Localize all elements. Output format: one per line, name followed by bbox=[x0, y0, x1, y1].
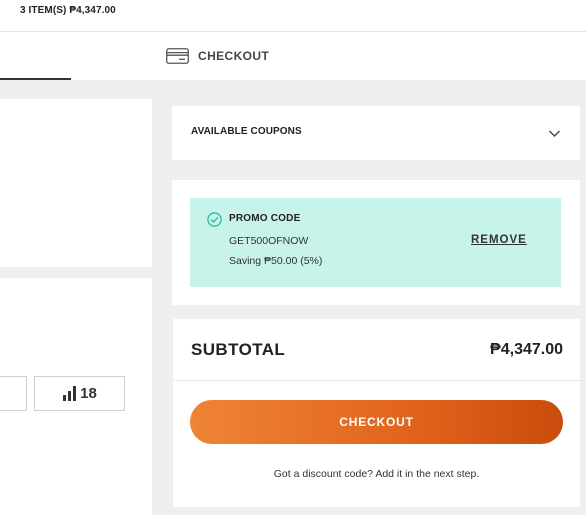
subtotal-label: SUBTOTAL bbox=[191, 340, 286, 359]
stock-count: 18 bbox=[80, 385, 97, 402]
signal-bars-icon bbox=[63, 386, 77, 401]
promo-saving-text: Saving ₱50.00 (5%) bbox=[229, 255, 323, 267]
checkout-steps-bar: CHECKOUT bbox=[0, 32, 586, 80]
size-selector[interactable] bbox=[0, 376, 27, 411]
step-checkout[interactable]: CHECKOUT bbox=[166, 48, 269, 64]
available-coupons-accordion[interactable]: AVAILABLE COUPONS bbox=[172, 106, 580, 160]
cart-summary: 3 ITEM(S) ₱4,347.00 bbox=[20, 5, 116, 16]
step-checkout-label: CHECKOUT bbox=[198, 49, 270, 63]
chevron-down-icon[interactable] bbox=[548, 127, 561, 140]
cart-item-panel bbox=[0, 99, 152, 267]
promo-code-value: GET500OFNOW bbox=[229, 235, 309, 247]
stock-indicator: 18 bbox=[34, 376, 125, 411]
promo-code-title: PROMO CODE bbox=[229, 213, 301, 224]
promo-code-panel: PROMO CODE GET500OFNOW Saving ₱50.00 (5%… bbox=[172, 180, 580, 305]
active-step-underline bbox=[0, 78, 71, 80]
credit-card-icon bbox=[166, 48, 189, 64]
check-circle-icon bbox=[207, 212, 222, 227]
remove-promo-link[interactable]: REMOVE bbox=[471, 234, 527, 246]
top-bar: 3 ITEM(S) ₱4,347.00 bbox=[0, 0, 586, 32]
applied-promo-box: PROMO CODE GET500OFNOW Saving ₱50.00 (5%… bbox=[190, 198, 561, 287]
discount-code-note: Got a discount code? Add it in the next … bbox=[273, 468, 480, 480]
order-summary-panel: SUBTOTAL ₱4,347.00 CHECKOUT Got a discou… bbox=[173, 319, 580, 507]
cart-item-options-panel: 18 bbox=[0, 278, 152, 515]
available-coupons-title: AVAILABLE COUPONS bbox=[191, 126, 302, 137]
summary-divider bbox=[173, 380, 580, 381]
subtotal-value: ₱4,347.00 bbox=[490, 341, 563, 358]
checkout-button[interactable]: CHECKOUT bbox=[190, 400, 563, 444]
